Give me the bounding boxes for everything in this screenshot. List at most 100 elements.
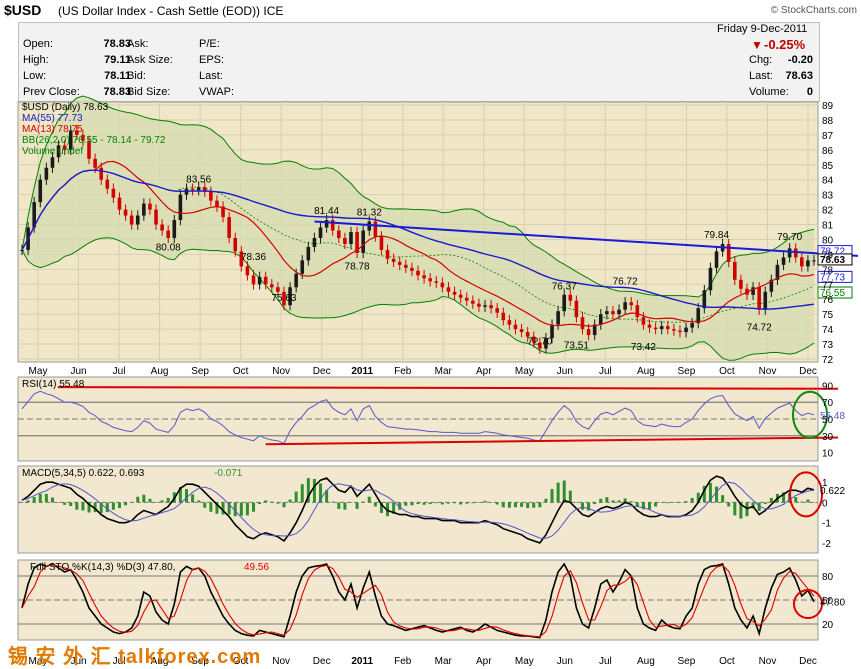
macd-hist-label: -0.071 [214, 468, 243, 479]
price-candle-body [580, 317, 585, 330]
price-annotation: 79.84 [704, 230, 729, 241]
price-candle-body [20, 249, 24, 251]
macd-histogram-bar [507, 502, 511, 508]
macd-histogram-bar [690, 497, 694, 503]
macd-label: MACD(5,34,5) 0.622, 0.693 [22, 468, 145, 479]
month-label-price: Dec [799, 366, 817, 377]
price-candle-body [690, 323, 694, 328]
sto-last-value: 47.80 [820, 598, 845, 609]
price-candle-body [385, 249, 390, 259]
price-candle-body [787, 248, 792, 258]
macd-histogram-bar [312, 478, 316, 503]
sto-tick-label: 80 [822, 572, 834, 583]
month-label-price: Nov [759, 366, 777, 377]
price-candle-body [215, 200, 219, 207]
price-candle-body [404, 264, 408, 268]
price-candle-body [458, 294, 463, 298]
price-candle-body [586, 329, 591, 336]
macd-histogram-bar [513, 502, 517, 508]
month-label-bottom: Nov [272, 656, 290, 667]
macd-tick-label: -1 [822, 519, 831, 530]
month-label-price: Feb [394, 366, 412, 377]
price-candle-body [733, 261, 737, 280]
macd-histogram-bar [422, 502, 426, 505]
month-label-bottom: Oct [719, 656, 735, 667]
month-label-price: Sep [678, 366, 696, 377]
price-tick-label: 88 [822, 116, 834, 127]
macd-histogram-bar [416, 502, 420, 505]
macd-histogram-bar [617, 500, 621, 503]
macd-tick-label: -2 [822, 539, 831, 550]
macd-histogram-bar [562, 480, 566, 503]
price-candle-body [452, 291, 457, 295]
month-label-price: Mar [435, 366, 453, 377]
macd-histogram-bar [629, 501, 633, 503]
price-candle-body [337, 230, 341, 238]
price-tick-label: 72 [822, 355, 834, 366]
price-candle-body [696, 308, 701, 324]
macd-histogram-bar [672, 502, 676, 503]
price-right-label: 76.55 [820, 288, 845, 299]
price-candle-body [190, 188, 195, 191]
price-candle-body [464, 297, 469, 301]
price-candle-body [519, 329, 524, 333]
rsi-last-value: 55.48 [820, 411, 845, 422]
month-label-price: Sep [191, 366, 209, 377]
month-label-bottom: Mar [435, 656, 453, 667]
price-candle-body [416, 270, 420, 276]
price-candle-body [684, 327, 688, 333]
macd-tick-label: 0 [822, 498, 828, 509]
price-candle-body [257, 276, 262, 285]
price-candle-body [410, 267, 414, 271]
month-label-price: Jul [113, 366, 126, 377]
price-candle-body [495, 308, 499, 313]
macd-histogram-bar [501, 502, 505, 508]
price-candle-body [312, 237, 317, 247]
month-label-bottom: Dec [799, 656, 817, 667]
price-legend-item: $USD (Daily) 78.63 [22, 102, 109, 113]
price-candle-body [471, 300, 475, 304]
price-candle-body [714, 251, 719, 268]
price-annotation: 73.51 [564, 340, 589, 351]
macd-histogram-bar [593, 502, 597, 505]
price-candle-body [556, 311, 560, 325]
price-candle-body [568, 294, 573, 301]
price-candle-body [653, 327, 658, 330]
macd-histogram-bar [477, 502, 481, 503]
macd-histogram-bar [258, 502, 262, 505]
month-label-bottom: May [515, 656, 534, 667]
macd-histogram-bar [245, 502, 249, 516]
rsi-tick-label: 70 [822, 398, 834, 409]
month-label-bottom: Feb [394, 656, 412, 667]
price-legend-item: MA(55) 77.73 [22, 113, 83, 124]
sto-d-label: 49.56 [244, 562, 269, 573]
price-tick-label: 74 [822, 325, 834, 336]
month-label-bottom: Jun [557, 656, 573, 667]
price-annotation: 78.36 [241, 252, 266, 263]
price-candle-body [148, 203, 152, 210]
price-candle-body [641, 317, 646, 325]
macd-histogram-bar [361, 501, 365, 503]
price-candle-body [117, 197, 122, 210]
price-candle-body [135, 215, 140, 225]
month-label-price: Oct [233, 366, 249, 377]
macd-histogram-bar [544, 498, 548, 503]
price-legend-item: BB(26,2.0) 76.55 - 78.14 - 79.72 [22, 135, 166, 146]
price-tick-label: 87 [822, 131, 834, 142]
price-candle-body [708, 267, 713, 291]
price-tick-label: 85 [822, 161, 834, 172]
macd-histogram-bar [343, 502, 347, 510]
price-legend-item: Volume undef [22, 146, 83, 157]
price-candle-body [483, 305, 487, 307]
rsi-tick-label: 10 [822, 449, 834, 460]
rsi-tick-label: 30 [822, 432, 834, 443]
month-label-price: Oct [719, 366, 735, 377]
price-annotation: 81.44 [314, 206, 339, 217]
price-candle-body [739, 279, 743, 289]
price-annotation: 76.37 [552, 282, 577, 293]
price-candle-body [477, 303, 481, 307]
price-candle-body [629, 302, 634, 306]
price-annotation: 79.70 [777, 232, 802, 243]
price-candle-body [812, 260, 816, 262]
month-label-bottom: Nov [759, 656, 777, 667]
